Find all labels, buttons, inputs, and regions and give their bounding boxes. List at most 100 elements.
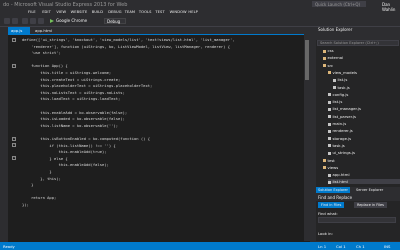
tree-file[interactable]: config.js — [328, 92, 400, 97]
tree-file[interactable]: list.html — [328, 179, 400, 185]
folder-icon — [328, 71, 331, 75]
find-what-input[interactable] — [318, 217, 396, 223]
quick-launch-input[interactable]: Quick Launch (Ctrl+Q) — [312, 1, 366, 7]
tree-item-label: src — [327, 62, 334, 68]
tree-file[interactable]: storage.js — [328, 136, 400, 141]
code-line[interactable]: }); — [22, 202, 29, 207]
tree-item-label: config.js — [332, 91, 349, 97]
tree-file[interactable]: task.js — [328, 143, 400, 148]
menu-item-build[interactable]: BUILD — [92, 10, 103, 14]
folder-icon — [323, 49, 326, 53]
find-in-files-button[interactable]: Find in Files — [318, 202, 345, 208]
tab-server-explorer[interactable]: Server Explorer — [354, 187, 385, 193]
code-line[interactable]: } else { — [22, 156, 67, 161]
code-line[interactable]: this.placeholderText = uiStrings.placeho… — [22, 83, 152, 88]
menu-item-help[interactable]: HELP — [188, 10, 198, 14]
tree-file[interactable]: renderer.js — [328, 128, 400, 133]
editor-scrollbar[interactable] — [304, 34, 310, 241]
fold-toggle-icon[interactable]: − — [12, 143, 16, 148]
code-line[interactable]: return App; — [22, 195, 56, 200]
file-icon — [333, 86, 336, 89]
run-button[interactable]: Google Chrome — [50, 18, 87, 24]
file-icon — [328, 115, 331, 119]
save-icon[interactable] — [30, 18, 36, 24]
status-bar: Ready Ln 1 Col 1 Ch 1 INS — [0, 242, 400, 250]
solution-explorer-search[interactable]: Search Solution Explorer (Ctrl+;) — [317, 40, 399, 46]
folder-icon — [323, 166, 326, 170]
menu-item-website[interactable]: WEBSITE — [71, 10, 88, 14]
menu-item-team[interactable]: TEAM — [125, 10, 135, 14]
tree-item-label: list_manager.js — [332, 106, 361, 112]
tree-folder[interactable]: css — [323, 48, 400, 53]
tab-app-html[interactable]: app.html — [32, 27, 58, 34]
code-line[interactable]: } — [22, 182, 33, 187]
undo-icon[interactable] — [38, 18, 44, 24]
menu-item-test[interactable]: TEST — [155, 10, 164, 14]
menu-item-window[interactable]: WINDOW — [170, 10, 187, 14]
menu-item-file[interactable]: FILE — [28, 10, 36, 14]
code-line[interactable]: this.noListsText = uiStrings.noLists; — [22, 90, 125, 95]
new-project-icon[interactable] — [22, 18, 28, 24]
code-line[interactable]: this.enableAdd(false); — [22, 162, 109, 167]
code-line[interactable]: 'renderer'], function (uiStrings, ko, Li… — [22, 44, 230, 49]
file-icon — [328, 100, 331, 104]
fold-toggle-icon[interactable]: − — [12, 63, 16, 68]
tree-file[interactable]: task.js — [333, 85, 400, 90]
left-tool-strip — [0, 27, 8, 241]
menu-item-view[interactable]: VIEW — [56, 10, 66, 14]
code-line[interactable]: this.createText = uiStrings.create; — [22, 77, 120, 82]
document-tabs: app.js app.html — [8, 27, 310, 34]
tree-file[interactable]: list_manager.js — [328, 106, 400, 111]
fold-toggle-icon[interactable]: − — [12, 37, 16, 42]
code-editor[interactable]: define(['ui_strings', 'knockout', 'view_… — [8, 34, 310, 242]
tree-folder[interactable]: src — [323, 63, 400, 68]
scrollbar-thumb[interactable] — [305, 40, 309, 80]
folder-icon — [323, 64, 326, 68]
tree-folder[interactable]: test — [323, 158, 400, 163]
code-line[interactable]: define(['ui_strings', 'knockout', 'view_… — [22, 37, 235, 42]
tree-item-label: list.js — [332, 99, 343, 105]
back-icon[interactable] — [4, 18, 10, 24]
code-line[interactable]: this.isButtonEnabled = ko.computed(funct… — [22, 136, 150, 141]
code-line[interactable]: }, this); — [22, 176, 61, 181]
tab-solution-explorer[interactable]: Solution Explorer — [316, 187, 350, 193]
tree-item-label: list.js — [337, 77, 348, 83]
tree-item-label: external — [327, 55, 344, 61]
menu-item-edit[interactable]: EDIT — [42, 10, 51, 14]
fold-toggle-icon[interactable]: − — [12, 136, 16, 141]
tree-folder[interactable]: view_models — [328, 70, 400, 75]
toolbar: Google Chrome Debug — [0, 16, 400, 27]
tree-file[interactable]: ui_strings.js — [328, 150, 400, 155]
tab-app-js[interactable]: app.js — [8, 27, 30, 34]
code-line[interactable]: } — [22, 169, 51, 174]
status-text: Ready — [3, 244, 15, 249]
code-line[interactable]: if (this.listName() !== '') { — [22, 143, 115, 148]
status-ins: INS — [384, 244, 391, 249]
replace-in-files-button[interactable]: Replace in Files — [354, 202, 387, 208]
tree-file[interactable]: list_parser.js — [328, 114, 400, 119]
code-line[interactable]: this.enableAdd = ko.observable(false); — [22, 110, 127, 115]
code-line[interactable]: this.isLoaded = ko.observable(false); — [22, 116, 125, 121]
forward-icon[interactable] — [12, 18, 18, 24]
file-icon — [328, 137, 331, 141]
tree-folder[interactable]: views — [323, 165, 400, 170]
tree-folder[interactable]: external — [323, 55, 400, 60]
menu-item-debug[interactable]: DEBUG — [108, 10, 121, 14]
fold-toggle-icon[interactable]: − — [12, 156, 16, 161]
config-dropdown[interactable]: Debug — [104, 18, 126, 24]
code-line[interactable]: this.loadText = uiStrings.loadText; — [22, 96, 120, 101]
tree-file[interactable]: list.js — [333, 77, 400, 82]
window-title: do - Microsoft Visual Studio Express 201… — [3, 2, 128, 8]
tree-file[interactable]: list.js — [328, 99, 400, 104]
tree-file[interactable]: app.html — [328, 172, 400, 177]
status-col: Col 1 — [336, 244, 346, 249]
code-line[interactable]: this.title = uiStrings.welcome; — [22, 70, 111, 75]
file-icon — [328, 93, 331, 97]
tree-file[interactable]: main.js — [328, 121, 400, 126]
code-line[interactable]: function App() { — [22, 63, 68, 68]
code-line[interactable]: this.enableAdd(true); — [22, 149, 107, 154]
code-line[interactable]: 'use strict'; — [22, 50, 61, 55]
menu-item-tools[interactable]: TOOLS — [139, 10, 152, 14]
code-line[interactable]: this.listName = ko.observable(''); — [22, 123, 118, 128]
file-icon — [328, 107, 331, 111]
